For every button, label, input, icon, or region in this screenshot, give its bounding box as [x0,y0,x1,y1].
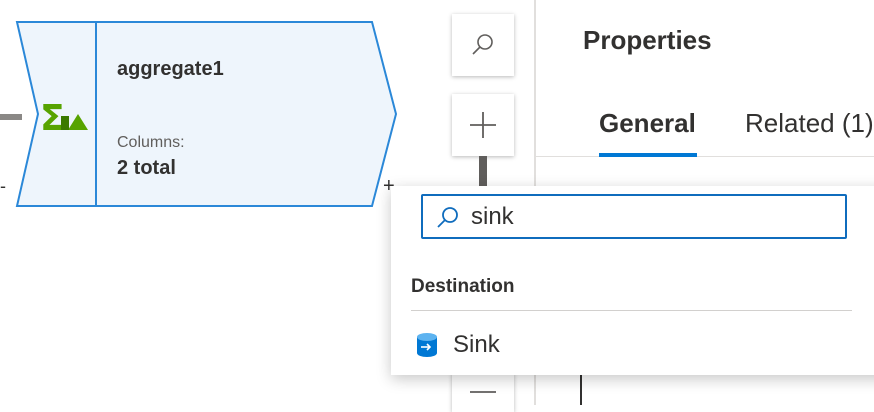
canvas-add-button[interactable] [452,94,514,156]
transformation-search-box[interactable] [421,194,847,239]
svg-text:Σ: Σ [40,98,65,138]
tab-general[interactable]: General [599,108,696,139]
sink-cylinder-icon [417,333,437,357]
toolbar-connector [479,156,487,186]
section-header-destination: Destination [411,276,515,297]
transformation-search-input[interactable] [471,202,831,232]
panel-content-line [580,370,582,405]
node-title: aggregate1 [117,58,224,80]
plus-icon [470,112,496,138]
canvas-search-button[interactable] [452,14,514,76]
search-icon [472,34,493,55]
search-icon [435,205,461,231]
result-item-sink[interactable]: Sink [411,326,851,364]
minus-icon [470,391,496,393]
properties-title: Properties [583,25,712,55]
tabs-separator [535,156,874,157]
aggregate-sigma-icon: Σ [40,98,88,138]
node-columns-value: 2 total [117,157,176,179]
node-left-handle: - [0,176,6,196]
canvas-zoom-out-button[interactable] [452,372,514,412]
node-columns-label: Columns: [117,134,185,151]
section-separator [411,310,852,311]
result-item-label: Sink [453,331,500,358]
active-tab-indicator [599,153,697,157]
tab-related[interactable]: Related (1) [745,108,874,139]
